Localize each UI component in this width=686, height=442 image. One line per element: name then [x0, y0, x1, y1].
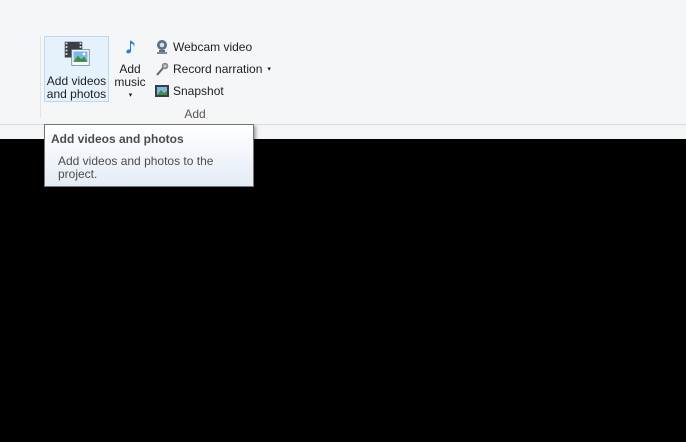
webcam-icon: [157, 40, 167, 54]
snapshot-button[interactable]: Snapshot: [154, 81, 224, 101]
tooltip-title: Add videos and photos: [51, 132, 184, 146]
chevron-down-icon[interactable]: ▾: [267, 65, 271, 73]
record-narration-label: Record narration: [173, 62, 263, 76]
record-narration-button[interactable]: Record narration ▾: [154, 59, 271, 79]
add-group-label: Add: [184, 107, 206, 121]
add-music-button[interactable]: Add music ▾: [110, 36, 150, 102]
webcam-video-label: Webcam video: [173, 40, 253, 54]
group-separator: [40, 36, 41, 118]
film-photo-icon: [64, 41, 90, 66]
tooltip-body: Add videos and photos to the project.: [58, 154, 214, 181]
tooltip: Add videos and photos Add videos and pho…: [44, 124, 254, 187]
add-music-label: Add music ▾: [114, 63, 145, 102]
webcam-video-button[interactable]: Webcam video: [154, 37, 252, 57]
microphone-icon: [156, 62, 169, 76]
snapshot-label: Snapshot: [173, 84, 224, 98]
ribbon: Add videos and photos Add music ▾ Webcam …: [0, 0, 686, 124]
add-videos-and-photos-button[interactable]: Add videos and photos: [44, 36, 109, 102]
snapshot-icon: [155, 85, 169, 97]
chevron-down-icon[interactable]: ▾: [115, 89, 145, 102]
add-videos-label: Add videos and photos: [46, 74, 107, 101]
music-note-icon: [126, 40, 135, 54]
